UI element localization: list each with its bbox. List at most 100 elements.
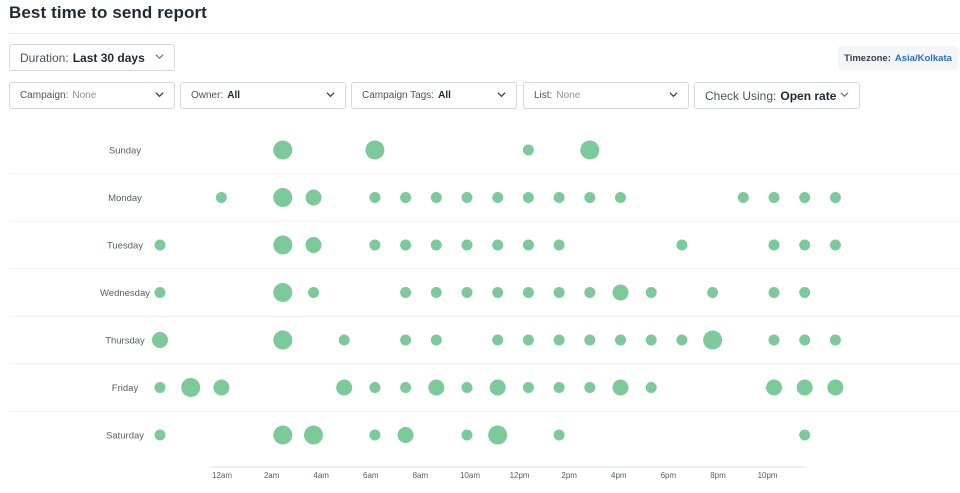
data-point [430,192,442,203]
data-point [397,427,414,443]
data-point [827,379,844,396]
data-point [492,192,504,203]
data-point [799,239,811,251]
data-point [273,188,293,207]
data-point [461,239,473,251]
data-point [584,334,596,346]
data-point [430,334,442,346]
data-point [304,425,323,445]
x-tick-label: 12pm [510,471,530,480]
data-point [522,334,534,346]
data-point [461,192,473,203]
data-point [584,192,596,203]
data-point [152,332,168,348]
data-point [154,429,166,441]
data-point [707,287,719,298]
data-point [305,189,322,206]
data-point [768,287,780,298]
day-label: Wednesday [100,288,150,299]
data-point [273,330,293,350]
day-label: Friday [112,383,139,394]
x-tick-label: 10am [460,471,480,480]
data-point [215,192,227,203]
data-point [522,144,534,156]
data-point [430,239,442,251]
x-tick-label: 2am [264,471,280,480]
data-point [369,192,381,203]
data-point [369,382,381,393]
data-point [580,140,600,160]
data-point [799,192,811,203]
x-tick-label: 8pm [710,471,726,480]
data-point [489,379,506,396]
x-tick-label: 2pm [561,471,577,480]
day-label: Tuesday [107,241,143,252]
data-point [799,287,811,298]
data-point [768,334,780,346]
data-point [796,379,813,396]
data-point [645,334,657,346]
data-point [645,382,657,393]
data-point [273,235,293,255]
data-point [645,287,657,298]
data-point [703,330,723,350]
data-point [553,429,565,441]
data-point [369,239,381,251]
data-point [154,287,166,298]
data-point [522,382,534,393]
data-point [553,382,565,393]
data-point [676,334,688,346]
day-label: Saturday [106,431,144,442]
data-point [553,334,565,346]
data-point [336,379,353,396]
data-point [829,192,841,203]
data-point [428,379,445,396]
data-point [492,334,504,346]
data-point [553,287,565,298]
data-point [612,284,629,301]
data-point [365,140,385,160]
data-point [213,379,230,396]
data-point [492,239,504,251]
data-point [400,192,412,203]
data-point [488,425,508,445]
data-point [308,287,319,298]
data-point [400,239,412,251]
x-tick-label: 6am [363,471,379,480]
data-point [584,382,596,393]
x-tick-label: 4pm [611,471,627,480]
x-tick-label: 12am [212,471,232,480]
data-point [553,239,565,251]
data-point [612,379,629,396]
data-point [799,429,811,441]
data-point [338,334,350,346]
x-tick-label: 8am [413,471,429,480]
data-point [522,192,534,203]
x-tick-label: 4am [313,471,329,480]
day-label: Monday [108,193,142,204]
data-point [273,425,293,445]
data-point [829,239,841,251]
data-point [181,378,201,397]
data-point [461,429,473,441]
data-point [400,382,412,393]
x-tick-label: 6pm [661,471,677,480]
data-point [799,334,811,346]
data-point [273,140,293,160]
data-point [400,334,412,346]
x-tick-label: 10pm [758,471,778,480]
data-point [430,287,442,298]
data-point [154,382,166,393]
data-point [154,239,166,251]
data-point [400,287,412,298]
data-point [461,287,473,298]
data-point [553,192,565,203]
data-point [615,192,626,203]
data-point [369,429,381,441]
data-point [461,382,473,393]
data-point [305,237,322,253]
best-time-scatter-chart: Sunday Monday Tuesday Wednesday Thursday Frid… [9,140,960,480]
data-point [522,287,534,298]
data-point [768,239,780,251]
data-point [522,239,534,251]
